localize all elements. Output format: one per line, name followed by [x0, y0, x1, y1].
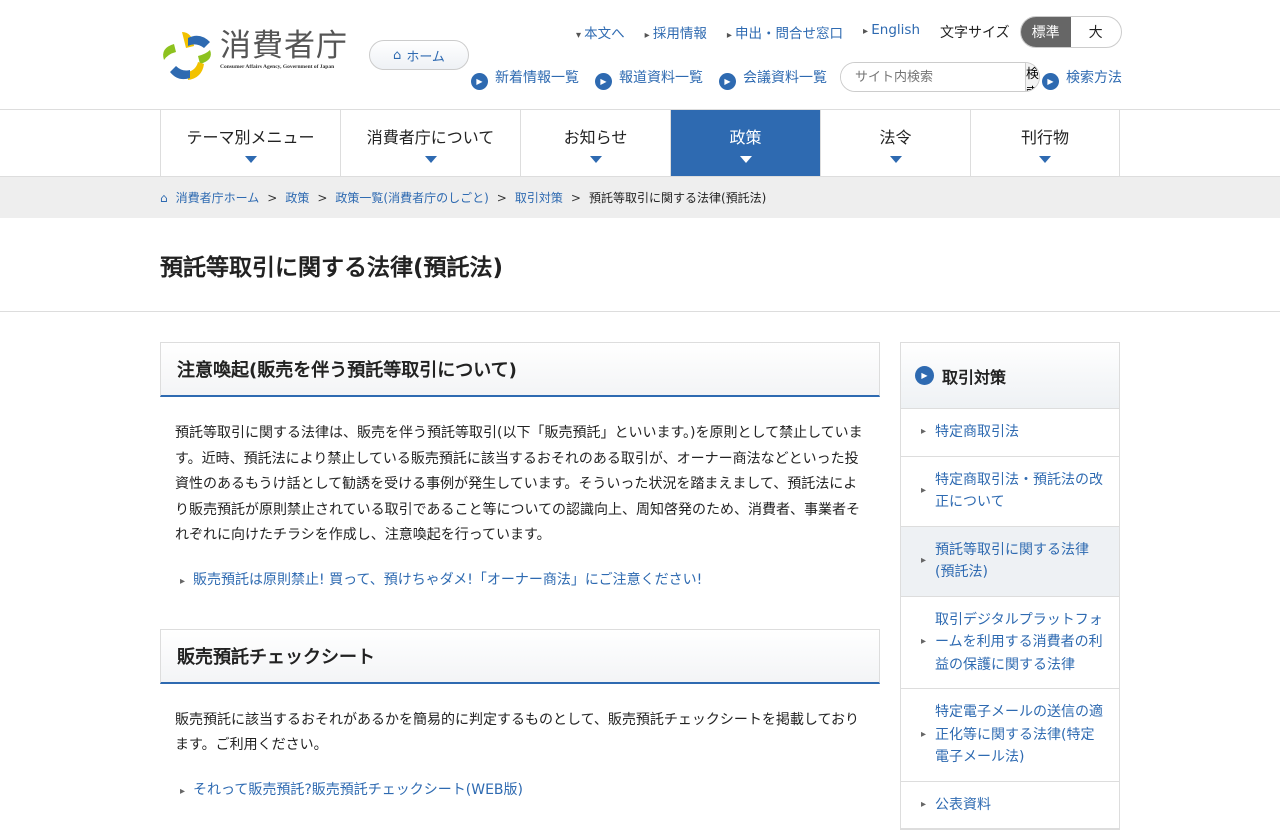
home-icon: ⌂	[160, 190, 168, 205]
arrow-circle-icon: ▶	[471, 73, 488, 90]
section-heading: 販売預託チェックシート	[160, 628, 880, 684]
font-size-label: 文字サイズ	[940, 25, 1010, 41]
news-list-link[interactable]: ▶ 新着情報一覧	[471, 67, 579, 90]
font-large-button[interactable]: 大	[1071, 17, 1121, 47]
info-links: ▶ 新着情報一覧 ▶ 報道資料一覧 ▶ 会議資料一覧	[471, 67, 827, 90]
sidebar-item[interactable]: 取引デジタルプラットフォームを利用する消費者の利益の保護に関する法律	[901, 597, 1119, 689]
breadcrumb-policy[interactable]: 政策	[285, 189, 309, 206]
page-title: 預託等取引に関する法律(預託法)	[0, 218, 1280, 312]
header: 消費者庁 Consumer Affairs Agency, Government…	[0, 0, 1280, 110]
sidebar: ▶取引対策 特定商取引法 特定商取引法・預託法の改正について 預託等取引に関する…	[900, 342, 1120, 830]
breadcrumb-home[interactable]: 消費者庁ホーム	[176, 189, 260, 206]
nav-policy[interactable]: 政策	[671, 110, 821, 176]
breadcrumb-current: 預託等取引に関する法律(預託法)	[588, 191, 767, 205]
nav-laws[interactable]: 法令	[821, 110, 971, 176]
sidebar-item[interactable]: 公表資料	[901, 782, 1119, 829]
checksheet-link[interactable]: それって販売預託?販売預託チェックシート(WEB版)	[193, 782, 523, 798]
search-button[interactable]: 検索	[1025, 63, 1039, 91]
breadcrumb-trade[interactable]: 取引対策	[515, 189, 563, 206]
sidebar-item[interactable]: 特定商取引法・預託法の改正について	[901, 457, 1119, 527]
main-content: 注意喚起(販売を伴う預託等取引について) 預託等取引に関する法律は、販売を伴う預…	[160, 342, 880, 799]
skip-to-content-link[interactable]: 本文へ	[576, 22, 625, 42]
font-size-control: 文字サイズ 標準 大	[940, 16, 1122, 48]
site-search: 検索	[840, 62, 1040, 92]
nav-about[interactable]: 消費者庁について	[341, 110, 521, 176]
nav-notices[interactable]: お知らせ	[521, 110, 671, 176]
arrow-circle-icon: ▶	[915, 366, 934, 385]
font-standard-button[interactable]: 標準	[1020, 17, 1071, 47]
logo-title: 消費者庁	[220, 28, 348, 64]
breadcrumb: ⌂ 消費者庁ホーム > 政策 > 政策一覧(消費者庁のしごと) > 取引対策 > 預託等…	[0, 176, 1280, 218]
sidebar-item-current[interactable]: 預託等取引に関する法律(預託法)	[901, 526, 1119, 597]
english-link[interactable]: English	[863, 22, 920, 42]
utility-links: 本文へ 採用情報 申出・問合せ窓口 English	[576, 22, 920, 42]
search-input[interactable]	[841, 63, 1025, 91]
home-button[interactable]: ⌂ ホーム	[369, 40, 469, 70]
home-label: ホーム	[406, 49, 445, 65]
sidebar-heading: ▶ 取引対策	[901, 343, 1119, 409]
sidebar-item[interactable]: 特定電子メールの送信の適正化等に関する法律(特定電子メール法)	[901, 689, 1119, 782]
section-body: 販売預託に該当するおそれがあるかを簡易的に判定するものとして、販売預託チェックシ…	[175, 711, 860, 754]
logo[interactable]: 消費者庁 Consumer Affairs Agency, Government…	[160, 28, 348, 82]
nav-publications[interactable]: 刊行物	[971, 110, 1120, 176]
meeting-list-link[interactable]: ▶ 会議資料一覧	[719, 67, 827, 90]
sidebar-item[interactable]: 特定商取引法	[901, 409, 1119, 457]
press-list-link[interactable]: ▶ 報道資料一覧	[595, 67, 703, 90]
contact-link[interactable]: 申出・問合せ窓口	[727, 22, 843, 42]
search-help-link[interactable]: ▶ 検索方法	[1042, 67, 1122, 90]
section-heading: 注意喚起(販売を伴う預託等取引について)	[160, 342, 880, 397]
global-nav: テーマ別メニュー 消費者庁について お知らせ 政策 法令 刊行物	[160, 110, 1120, 176]
breadcrumb-policy-list[interactable]: 政策一覧(消費者庁のしごと)	[335, 189, 488, 206]
arrow-circle-icon: ▶	[1042, 73, 1059, 90]
arrow-circle-icon: ▶	[719, 73, 736, 90]
logo-subtitle: Consumer Affairs Agency, Government of J…	[220, 64, 335, 70]
flyer-link[interactable]: 販売預託は原則禁止! 買って、預けちゃダメ!「オーナー商法」にご注意ください!	[193, 572, 702, 588]
section-body: 預託等取引に関する法律は、販売を伴う預託等取引(以下「販売預託」といいます。)を…	[175, 425, 863, 543]
nav-theme-menu[interactable]: テーマ別メニュー	[161, 110, 341, 176]
home-icon: ⌂	[393, 47, 402, 63]
arrow-circle-icon: ▶	[595, 73, 612, 90]
recruit-link[interactable]: 採用情報	[645, 22, 707, 42]
logo-mark-icon	[163, 32, 211, 80]
